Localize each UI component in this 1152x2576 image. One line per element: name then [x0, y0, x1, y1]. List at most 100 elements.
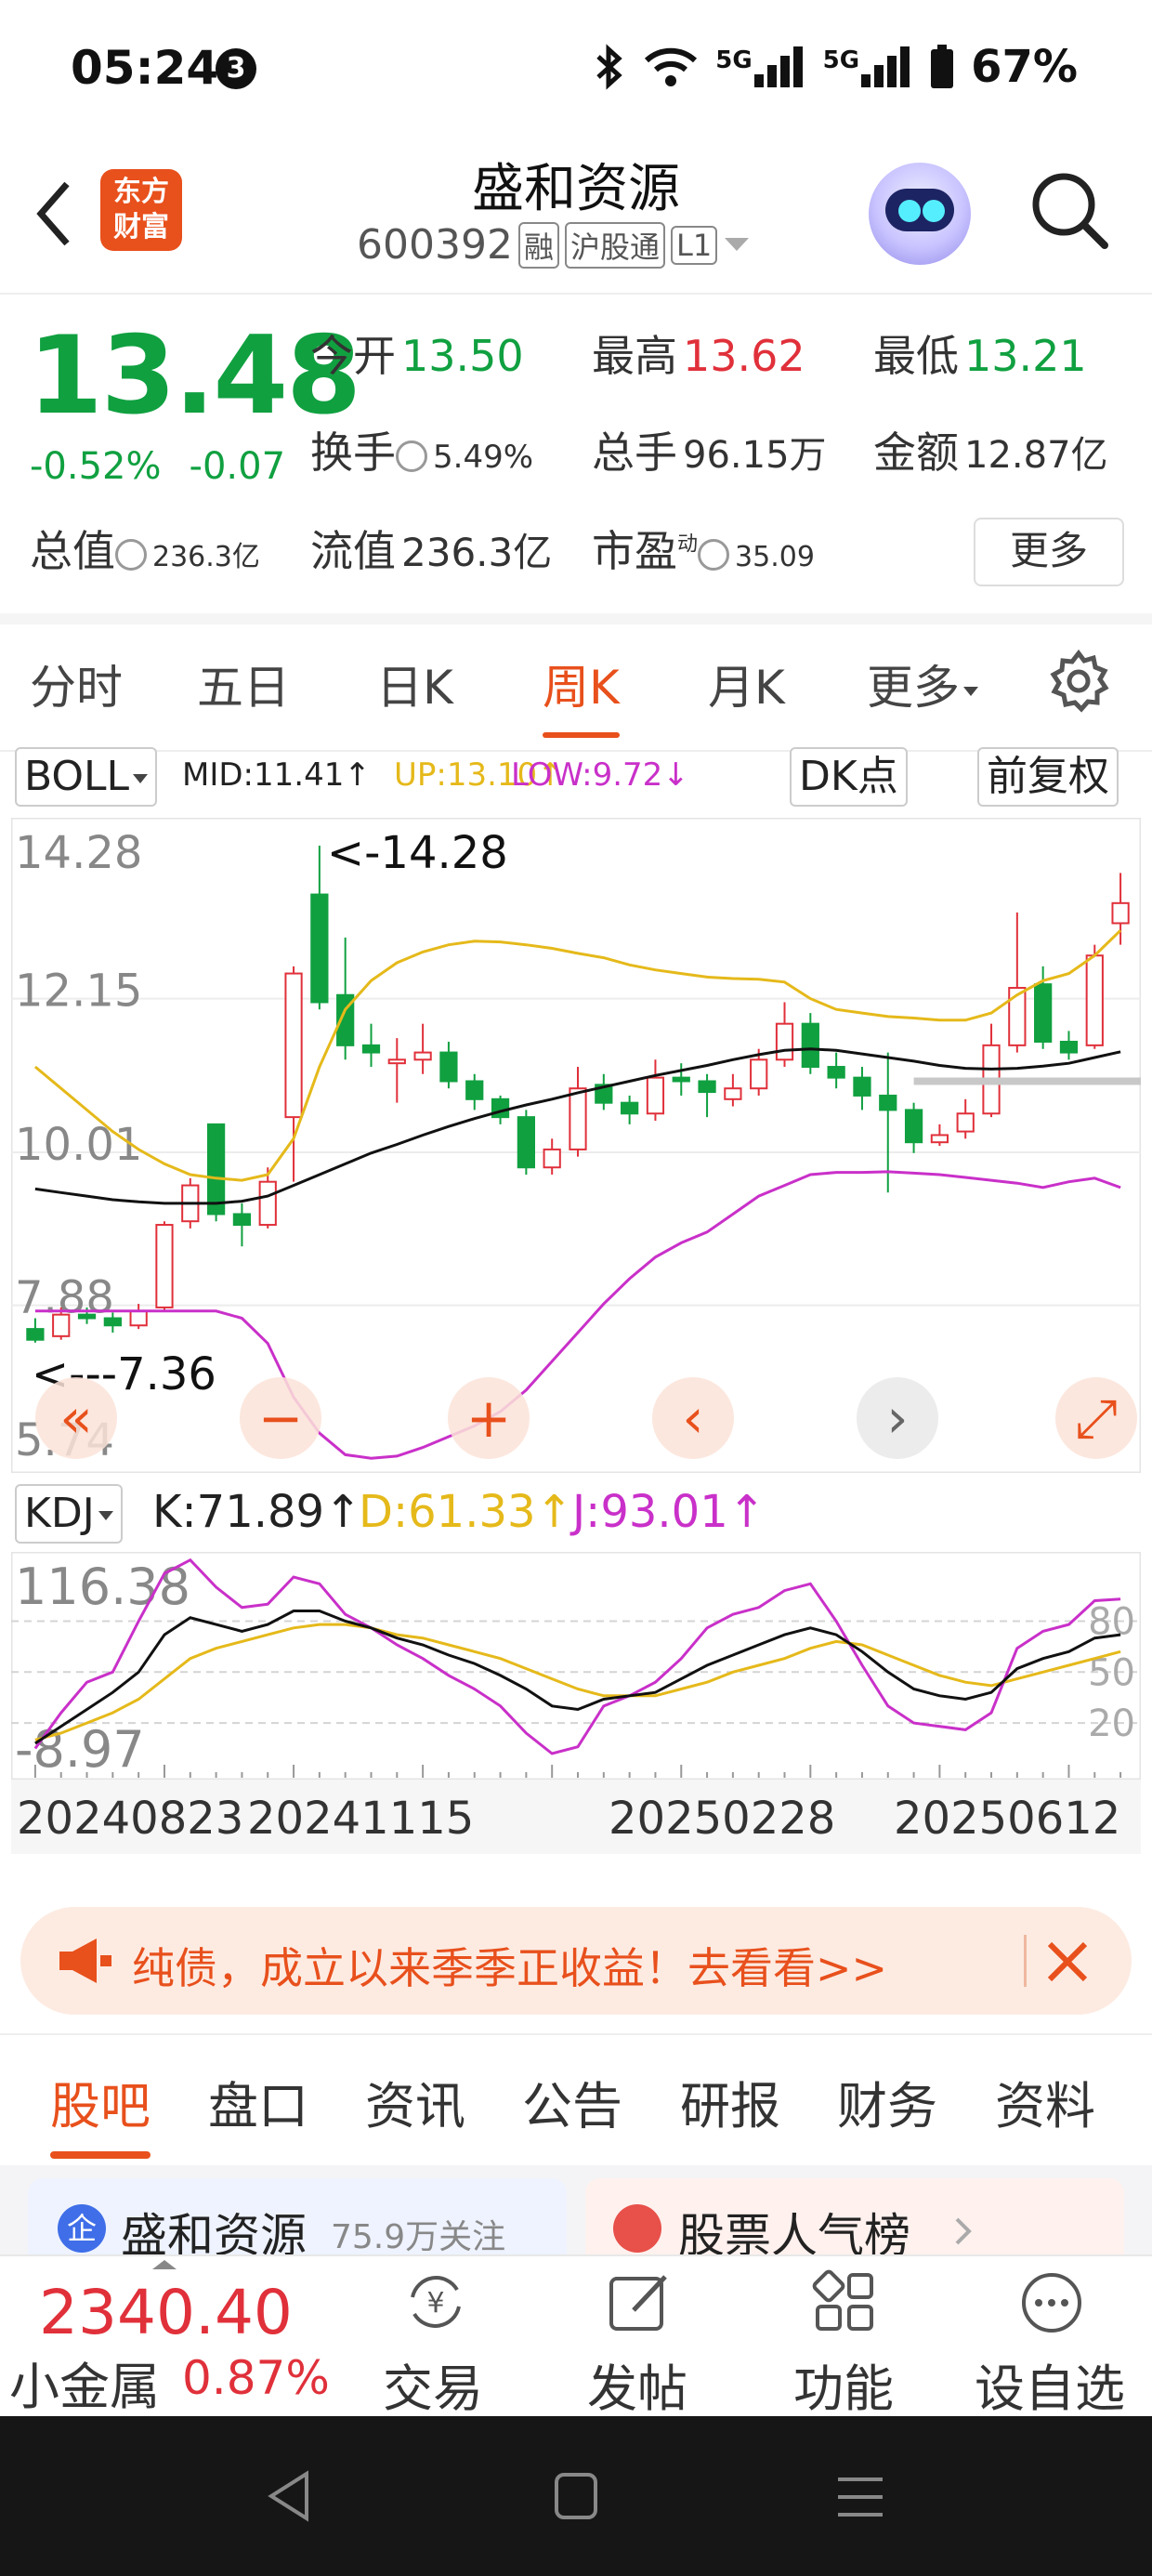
candle	[310, 893, 329, 1004]
candle	[956, 1112, 975, 1133]
caret-icon	[963, 686, 978, 696]
next-icon[interactable]: ›	[857, 1377, 938, 1459]
wifi-icon	[645, 47, 698, 86]
candle	[155, 1224, 174, 1308]
prev-icon[interactable]: ‹	[652, 1377, 734, 1459]
signal-5g-icon: 5G	[715, 46, 805, 87]
tab-five-day[interactable]: 五日	[197, 651, 290, 717]
eye-icon[interactable]	[396, 440, 427, 472]
fullscreen-icon[interactable]: ⤢	[1055, 1377, 1137, 1459]
tab-more[interactable]: 更多	[867, 651, 978, 717]
stock-code-row[interactable]: 600392 融 沪股通 L1	[357, 221, 751, 269]
chevron-up-icon	[152, 2260, 177, 2269]
high-value: 13.62	[683, 331, 805, 381]
change-percent: -0.52%	[30, 445, 162, 488]
tab-finance[interactable]: 财务	[837, 2065, 937, 2138]
indicator-bar: BOLL MID:11.41↑ UP:13.10↑ LOW:9.72↓ DK点 …	[0, 743, 1152, 808]
stock-code: 600392	[357, 221, 513, 269]
signal-5g-icon-2: 5G	[823, 46, 913, 87]
candle	[413, 1051, 432, 1061]
candle	[930, 1134, 949, 1144]
candle	[77, 1313, 97, 1320]
promo-banner[interactable]: 纯债，成立以来季季正收益！去看看>>	[20, 1907, 1132, 2015]
kdj-ymax-label: 116.38	[15, 1557, 190, 1616]
date-label: 20250612	[894, 1793, 1121, 1845]
boll-low: LOW:9.72↓	[511, 756, 689, 794]
close-icon[interactable]	[1044, 1939, 1091, 1985]
chevron-down-icon	[725, 237, 750, 251]
tab-research[interactable]: 研报	[680, 2065, 780, 2138]
svg-text:«: «	[59, 1387, 93, 1450]
gear-icon[interactable]	[1046, 649, 1111, 714]
bluetooth-icon	[596, 44, 622, 90]
index-value: 2340.40	[39, 2277, 293, 2348]
banner-text: 纯债，成立以来季季正收益！去看看>>	[132, 1943, 888, 1993]
candle	[698, 1080, 716, 1094]
zoom-out-icon[interactable]: −	[240, 1377, 321, 1459]
tab-intraday[interactable]: 分时	[30, 651, 123, 717]
eye-icon[interactable]	[698, 538, 730, 571]
date-label: 20250228	[609, 1793, 836, 1845]
tab-pankou[interactable]: 盘口	[208, 2065, 308, 2138]
tab-profile[interactable]: 资料	[995, 2065, 1095, 2138]
kdj-j: J:93.01↑	[572, 1486, 766, 1538]
more-button[interactable]: 更多	[974, 518, 1124, 586]
candle	[879, 1094, 897, 1111]
rewind-icon[interactable]: «	[35, 1377, 117, 1459]
svg-text:−: −	[258, 1387, 304, 1450]
amount-field: 金额 12.87亿	[873, 427, 1108, 478]
home-nav-icon[interactable]	[554, 2472, 598, 2520]
grid-icon	[812, 2269, 873, 2331]
indicator-select[interactable]: BOLL	[15, 747, 158, 807]
quote-panel: 13.48 -0.52% -0.07 今开 13.50 最高 13.62 最低 13.2…	[0, 295, 1152, 611]
tag-level: L1	[671, 225, 718, 265]
tab-announcements[interactable]: 公告	[522, 2065, 622, 2138]
tab-news[interactable]: 资讯	[365, 2065, 465, 2138]
search-icon[interactable]	[1027, 167, 1110, 251]
adjust-button[interactable]: 前复权	[977, 747, 1119, 807]
menu-nav-icon[interactable]	[836, 2476, 884, 2518]
pe-field: 市盈动 35.09	[592, 526, 815, 576]
content-tabs: 股吧 盘口 资讯 公告 研报 财务 资料	[0, 2033, 1152, 2167]
active-underline	[50, 2151, 151, 2159]
svg-text:⤢: ⤢	[1075, 1387, 1118, 1450]
assistant-robot-icon[interactable]	[869, 163, 971, 265]
low-value: 13.21	[964, 331, 1087, 381]
kdj-level-label: 20	[1088, 1702, 1135, 1745]
index-ticker[interactable]: 2340.40 小金属 0.87%	[0, 2256, 334, 2418]
tab-guba[interactable]: 股吧	[50, 2065, 151, 2159]
y-tick-label: 12.15	[15, 966, 142, 1018]
candle	[621, 1101, 639, 1115]
kdj-d: D:61.33↑	[359, 1486, 573, 1538]
low-field: 最低 13.21	[873, 331, 1087, 381]
kdj-chart[interactable]: 805020116.38-8.97	[11, 1552, 1141, 1780]
eye-icon[interactable]	[115, 538, 147, 571]
active-underline	[543, 732, 620, 738]
date-label: 20241115	[247, 1793, 475, 1845]
candle	[827, 1066, 845, 1079]
y-tick-label: 14.28	[15, 827, 142, 879]
dk-point-button[interactable]: DK点	[790, 747, 908, 807]
tab-monthly-k[interactable]: 月K	[708, 651, 785, 717]
kdj-bar: KDJ K:71.89↑ D:61.33↑ J:93.01↑	[0, 1482, 1152, 1547]
svg-text:+: +	[466, 1387, 512, 1450]
status-icons: 5G 5G 67%	[593, 41, 1078, 93]
tab-weekly-k[interactable]: 周K	[543, 651, 620, 738]
high-field: 最高 13.62	[592, 331, 805, 381]
zoom-in-icon[interactable]: +	[448, 1377, 530, 1459]
tab-daily-k[interactable]: 日K	[376, 651, 453, 717]
mktcap-value: 236.3亿	[152, 541, 260, 573]
kdj-select[interactable]: KDJ	[15, 1484, 123, 1544]
candle	[543, 1148, 561, 1169]
caret-icon	[133, 774, 149, 783]
candle	[206, 1123, 226, 1216]
candle	[387, 1058, 406, 1065]
candle	[129, 1309, 148, 1327]
candlestick-chart[interactable]: 14.2812.1510.017.885.74<-14.28<---7.36«−…	[11, 818, 1141, 1473]
y-tick-label: 10.01	[15, 1119, 142, 1171]
candle	[750, 1058, 768, 1090]
back-nav-icon[interactable]	[266, 2470, 312, 2522]
battery-icon	[931, 45, 954, 88]
candle	[258, 1180, 277, 1227]
svg-text:‹: ‹	[682, 1387, 703, 1450]
